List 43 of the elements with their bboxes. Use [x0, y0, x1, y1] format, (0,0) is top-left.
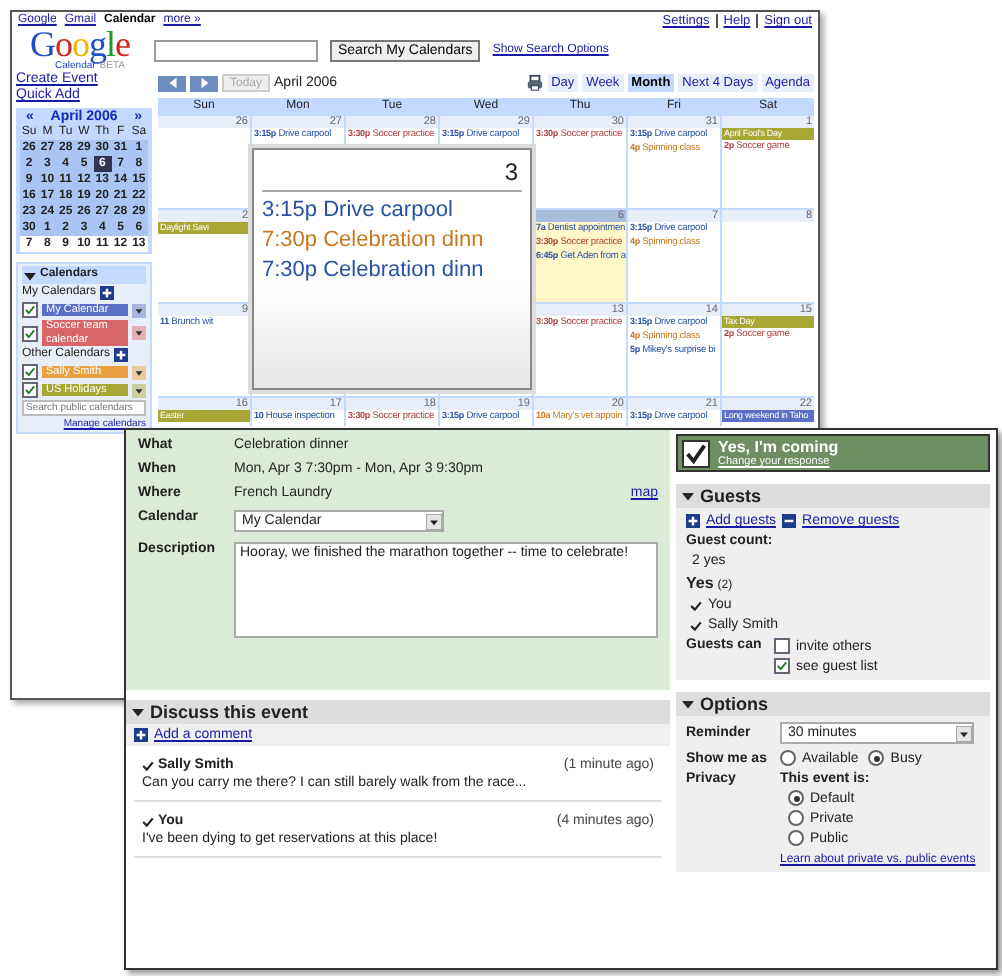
search-field[interactable] [154, 39, 318, 61]
logo: Google [29, 29, 130, 59]
event-entry[interactable]: 7:30p Celebration dinn [262, 258, 522, 282]
plus-icon[interactable] [686, 514, 700, 528]
left-arrow-icon [165, 76, 179, 90]
dropdown-arrow-icon[interactable] [426, 513, 442, 529]
check-icon [142, 815, 154, 827]
dropdown-icon[interactable] [132, 326, 146, 340]
radio-button[interactable] [788, 810, 804, 826]
check-icon [142, 759, 154, 771]
next-button[interactable] [190, 75, 218, 91]
plus-icon[interactable] [134, 728, 148, 742]
radio-button[interactable] [868, 750, 885, 766]
caret-icon[interactable] [132, 706, 144, 718]
caret-icon[interactable] [682, 490, 694, 502]
printer-icon[interactable] [525, 74, 544, 92]
rsvp-status: Yes, I'm coming [718, 438, 839, 456]
caret-icon[interactable] [24, 269, 36, 281]
minus-icon[interactable] [782, 514, 797, 528]
checkbox[interactable] [774, 638, 790, 654]
checkbox[interactable] [22, 325, 38, 341]
checkbox[interactable] [22, 382, 38, 398]
plus-icon[interactable] [114, 348, 129, 362]
section-header[interactable]: Guests [676, 484, 990, 508]
radio-button[interactable] [788, 790, 804, 806]
previous-button[interactable] [158, 75, 186, 91]
rsvp-checkbox[interactable] [682, 439, 710, 467]
dropdown-icon[interactable] [132, 365, 146, 379]
radio-button[interactable] [788, 830, 804, 846]
dropdown-icon[interactable] [132, 383, 146, 397]
plus-icon[interactable] [100, 286, 115, 300]
dropdown-icon[interactable] [132, 303, 146, 317]
day-number: 3 [504, 158, 518, 186]
section-header[interactable]: Options [676, 692, 990, 716]
checkbox[interactable] [22, 364, 38, 380]
checkbox[interactable] [774, 658, 790, 674]
section-header[interactable]: Discuss this event [126, 700, 670, 724]
checkbox[interactable] [22, 302, 38, 318]
radio-button[interactable] [780, 750, 796, 766]
event-entry[interactable]: 3:15p Drive carpool [262, 198, 522, 222]
right-arrow-icon [197, 76, 211, 90]
dropdown-arrow-icon[interactable] [956, 725, 972, 741]
yes-label: Yes [686, 574, 714, 592]
